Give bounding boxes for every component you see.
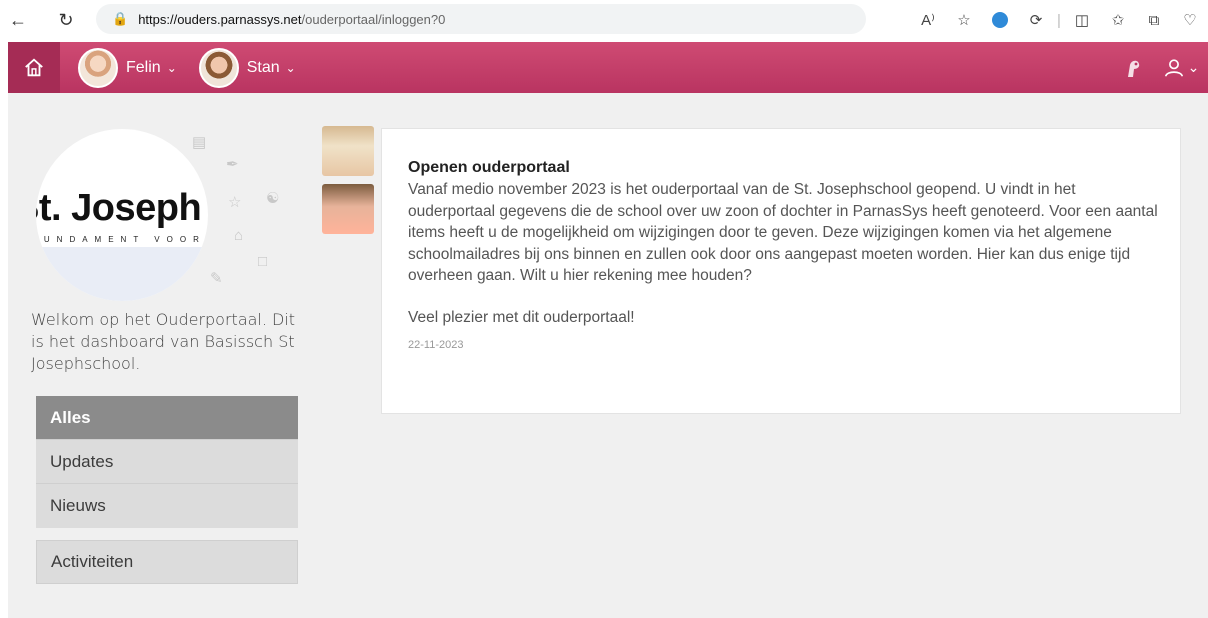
user-icon [1164, 58, 1183, 77]
person-icon: ☯ [266, 190, 280, 207]
child-name: Felin [126, 58, 161, 76]
home-button[interactable] [8, 42, 60, 93]
star-icon: ☆ [228, 194, 242, 211]
browser-essentials-icon[interactable]: ♡ [1172, 6, 1208, 34]
header-right: ⌄ [1114, 42, 1208, 93]
lock-icon: 🔒 [112, 11, 129, 26]
read-aloud-icon[interactable]: A⁾ [910, 6, 946, 34]
collections-icon[interactable]: ⧉ [1136, 6, 1172, 34]
calendar-icon: ▤ [192, 134, 207, 151]
url-host: https://ouders.parnassys.net [138, 11, 302, 27]
child-photo-stan [322, 184, 374, 234]
school-logo: St. Joseph FUNDAMENT VOOR [36, 129, 208, 301]
extension-icon[interactable] [982, 6, 1018, 34]
child-photo-felin [322, 126, 374, 176]
school-logo-name: St. Joseph [36, 187, 202, 229]
filter-menu: Alles Updates Nieuws Activiteiten [36, 396, 298, 584]
browser-toolbar-icons: A⁾ ☆ ⟳ | ◫ ✩ ⧉ ♡ [910, 6, 1208, 34]
house-icon: ⌂ [234, 227, 244, 244]
chevron-down-icon: ⌄ [285, 60, 296, 75]
chevron-down-icon: ⌄ [166, 60, 177, 75]
favorites-list-icon[interactable]: ✩ [1100, 6, 1136, 34]
home-icon [25, 58, 43, 76]
extensions-puzzle-icon[interactable]: ⟳ [1018, 6, 1054, 34]
user-menu-button[interactable]: ⌄ [1154, 42, 1208, 93]
news-item: Openen ouderportaal Vanaf medio november… [381, 128, 1181, 414]
avatar [198, 47, 239, 88]
toolbar-divider: | [1057, 11, 1061, 29]
child-switch-stan[interactable]: Stan ⌄ [198, 47, 296, 88]
filter-updates[interactable]: Updates [36, 440, 298, 484]
filter-activiteiten[interactable]: Activiteiten [36, 540, 298, 584]
child-name: Stan [246, 58, 280, 76]
chat-bubble-icon: □ [258, 253, 268, 270]
filter-nieuws[interactable]: Nieuws [36, 484, 298, 528]
favorite-star-icon[interactable]: ☆ [946, 6, 982, 34]
url-path: /ouderportaal/inloggen?0 [301, 11, 446, 27]
avatar [78, 47, 118, 88]
news-body: Vanaf medio november 2023 is het ouderpo… [408, 181, 1158, 284]
news-closing: Veel plezier met dit ouderportaal! [408, 308, 635, 326]
filter-alles[interactable]: Alles [36, 396, 298, 440]
pen-icon: ✒ [226, 156, 239, 173]
parnassys-logo-icon [1114, 42, 1154, 93]
back-icon[interactable]: ← [4, 6, 32, 34]
school-logo-tagline: FUNDAMENT VOOR [36, 235, 206, 244]
child-switch-felin[interactable]: Felin ⌄ [78, 47, 177, 88]
logo-band [36, 247, 208, 301]
main-content: St. Joseph FUNDAMENT VOOR ▤ ✒ ☆ ☯ ⌂ □ ✎ … [8, 93, 1208, 618]
split-screen-icon[interactable]: ◫ [1064, 6, 1100, 34]
news-title: Openen ouderportaal [408, 159, 570, 176]
browser-toolbar: ← ↻ 🔒 https://ouders.parnassys.net/ouder… [0, 0, 1208, 40]
refresh-icon[interactable]: ↻ [52, 6, 80, 34]
edit-icon: ✎ [210, 270, 223, 287]
address-bar[interactable]: 🔒 https://ouders.parnassys.net/ouderport… [96, 4, 866, 34]
welcome-text: Welkom op het Ouderportaal. Dit is het d… [31, 310, 296, 373]
news-date: 22-11-2023 [408, 338, 464, 351]
app-header: Felin ⌄ Stan ⌄ ⌄ [8, 42, 1208, 93]
chevron-down-icon: ⌄ [1187, 59, 1200, 75]
